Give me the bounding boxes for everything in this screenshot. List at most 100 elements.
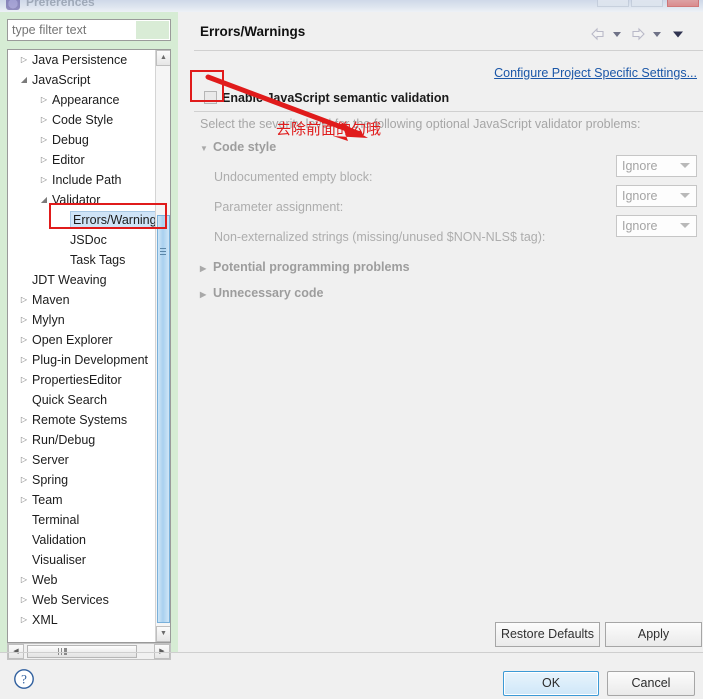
sidebar-item-mylyn[interactable]: ▷ Mylyn <box>8 310 156 330</box>
tree-collapsed-triangle-icon[interactable]: ▷ <box>18 570 30 590</box>
tree-collapsed-triangle-icon[interactable]: ▷ <box>18 450 30 470</box>
tree-collapsed-triangle-icon[interactable]: ▷ <box>18 410 30 430</box>
chevron-down-icon <box>680 193 690 198</box>
close-button[interactable] <box>667 0 699 7</box>
tree-collapsed-triangle-icon[interactable]: ▷ <box>18 590 30 610</box>
sidebar-item-validator[interactable]: ◢ Validator <box>8 190 156 210</box>
view-menu-chevron-down-icon[interactable] <box>671 26 689 42</box>
page-title: Errors/Warnings <box>200 24 306 39</box>
tree-expanded-triangle-icon[interactable]: ◢ <box>38 190 50 210</box>
sidebar-item-label: JavaScript <box>32 73 91 87</box>
severity-value-1: Ignore <box>622 189 658 203</box>
scroll-thumb-grip-icon <box>160 248 166 255</box>
tree-collapsed-triangle-icon[interactable]: ▷ <box>38 150 50 170</box>
forward-arrow-icon[interactable] <box>629 26 647 42</box>
tree-collapsed-triangle-icon[interactable]: ▷ <box>38 170 50 190</box>
tree-collapsed-triangle-icon[interactable]: ▷ <box>18 430 30 450</box>
apply-button[interactable]: Apply <box>605 622 702 647</box>
tree-expanded-triangle-icon[interactable]: ◢ <box>18 70 30 90</box>
sidebar-item-label: JSDoc <box>70 233 107 247</box>
back-arrow-icon[interactable] <box>589 26 607 42</box>
sidebar-item-remote-systems[interactable]: ▷ Remote Systems <box>8 410 156 430</box>
sidebar-item-quick-search[interactable]: Quick Search <box>8 390 156 410</box>
sidebar-item-label: Remote Systems <box>32 413 128 427</box>
severity-select-parameter-assignment[interactable]: Ignore <box>616 185 697 207</box>
sidebar-item-label: Maven <box>32 293 70 307</box>
eclipse-icon <box>6 0 20 10</box>
back-dropdown-icon[interactable] <box>611 26 629 42</box>
sidebar-item-team[interactable]: ▷ Team <box>8 490 156 510</box>
sidebar-item-label: Appearance <box>52 93 120 107</box>
sidebar-item-label: Validator <box>52 193 101 207</box>
tree-collapsed-triangle-icon[interactable]: ▷ <box>18 330 30 350</box>
sidebar-item-label: XML <box>32 613 58 627</box>
search-input[interactable] <box>8 20 172 40</box>
restore-defaults-button[interactable]: Restore Defaults <box>495 622 600 647</box>
ok-button[interactable]: OK <box>503 671 599 696</box>
sidebar-item-propertieseditor[interactable]: ▷ PropertiesEditor <box>8 370 156 390</box>
sidebar-item-plug-in-development[interactable]: ▷ Plug-in Development <box>8 350 156 370</box>
tree-vertical-scrollbar[interactable]: ▲ ▼ <box>155 50 170 642</box>
cancel-button[interactable]: Cancel <box>607 671 695 696</box>
tree-collapsed-triangle-icon[interactable]: ▷ <box>38 130 50 150</box>
sidebar-item-editor[interactable]: ▷ Editor <box>8 150 156 170</box>
tree-collapsed-triangle-icon[interactable]: ▷ <box>18 50 30 70</box>
forward-dropdown-icon[interactable] <box>651 26 669 42</box>
section-unnecessary-code[interactable]: ▶ Unnecessary code <box>200 286 323 300</box>
vertical-scroll-thumb[interactable] <box>157 215 170 623</box>
sidebar-item-label: Visualiser <box>32 553 86 567</box>
sidebar-item-jsdoc[interactable]: JSDoc <box>8 230 156 250</box>
svg-text:?: ? <box>21 672 27 687</box>
sidebar-item-javascript[interactable]: ◢ JavaScript <box>8 70 156 90</box>
sidebar-item-task-tags[interactable]: Task Tags <box>8 250 156 270</box>
sidebar-item-xml[interactable]: ▷ XML <box>8 610 156 630</box>
scroll-down-arrow-icon[interactable]: ▼ <box>156 626 170 642</box>
sidebar-item-code-style[interactable]: ▷ Code Style <box>8 110 156 130</box>
sidebar-item-java-persistence[interactable]: ▷ Java Persistence <box>8 50 156 70</box>
sidebar-item-errors-warnings[interactable]: Errors/Warnings <box>8 210 156 230</box>
tree-collapsed-triangle-icon[interactable]: ▷ <box>18 470 30 490</box>
tree-collapsed-triangle-icon[interactable]: ▷ <box>18 490 30 510</box>
severity-select-undocumented-empty-block[interactable]: Ignore <box>616 155 697 177</box>
sidebar-item-appearance[interactable]: ▷ Appearance <box>8 90 156 110</box>
sidebar-item-label: Plug-in Development <box>32 353 149 367</box>
sidebar-item-open-explorer[interactable]: ▷ Open Explorer <box>8 330 156 350</box>
section-potential-programming-problems[interactable]: ▶ Potential programming problems <box>200 260 410 274</box>
severity-select-non-externalized-strings[interactable]: Ignore <box>616 215 697 237</box>
filter-field-wrapper <box>7 19 172 41</box>
sidebar-item-label: Open Explorer <box>32 333 113 347</box>
sidebar-item-run-debug[interactable]: ▷ Run/Debug <box>8 430 156 450</box>
sidebar-item-maven[interactable]: ▷ Maven <box>8 290 156 310</box>
sidebar-item-spring[interactable]: ▷ Spring <box>8 470 156 490</box>
tree-collapsed-triangle-icon[interactable]: ▷ <box>18 370 30 390</box>
sidebar-item-web-services[interactable]: ▷ Web Services <box>8 590 156 610</box>
tree-collapsed-triangle-icon[interactable]: ▷ <box>18 610 30 630</box>
scroll-up-arrow-icon[interactable]: ▲ <box>156 50 170 66</box>
sidebar-item-web[interactable]: ▷ Web <box>8 570 156 590</box>
tree-collapsed-triangle-icon[interactable]: ▷ <box>18 290 30 310</box>
sidebar-item-visualiser[interactable]: Visualiser <box>8 550 156 570</box>
sidebar-item-jdt-weaving[interactable]: JDT Weaving <box>8 270 156 290</box>
sidebar-item-label: Web Services <box>32 593 109 607</box>
sidebar-item-include-path[interactable]: ▷ Include Path <box>8 170 156 190</box>
tree-collapsed-triangle-icon[interactable]: ▷ <box>38 110 50 130</box>
sidebar-item-debug[interactable]: ▷ Debug <box>8 130 156 150</box>
navigation-toolbar <box>589 26 697 44</box>
help-icon[interactable]: ? <box>13 668 35 690</box>
section-potential-label: Potential programming problems <box>213 260 410 274</box>
sidebar-item-terminal[interactable]: Terminal <box>8 510 156 530</box>
sidebar-item-validation[interactable]: Validation <box>8 530 156 550</box>
minimize-button[interactable] <box>597 0 629 7</box>
sidebar-item-label: Web <box>32 573 58 587</box>
section-unnecessary-label: Unnecessary code <box>213 286 324 300</box>
chevron-down-icon <box>680 163 690 168</box>
tree-collapsed-triangle-icon[interactable]: ▷ <box>38 90 50 110</box>
option-label-parameter-assignment: Parameter assignment: <box>214 200 344 214</box>
window-title-bar: Preferences <box>0 0 703 12</box>
configure-project-specific-settings-link[interactable]: Configure Project Specific Settings... <box>494 66 697 80</box>
tree-collapsed-triangle-icon[interactable]: ▷ <box>18 350 30 370</box>
sidebar-item-server[interactable]: ▷ Server <box>8 450 156 470</box>
preferences-tree: ▷ Java Persistence ◢ JavaScript ▷ Appearance ▷… <box>7 49 171 643</box>
tree-collapsed-triangle-icon[interactable]: ▷ <box>18 310 30 330</box>
maximize-button[interactable] <box>631 0 663 7</box>
